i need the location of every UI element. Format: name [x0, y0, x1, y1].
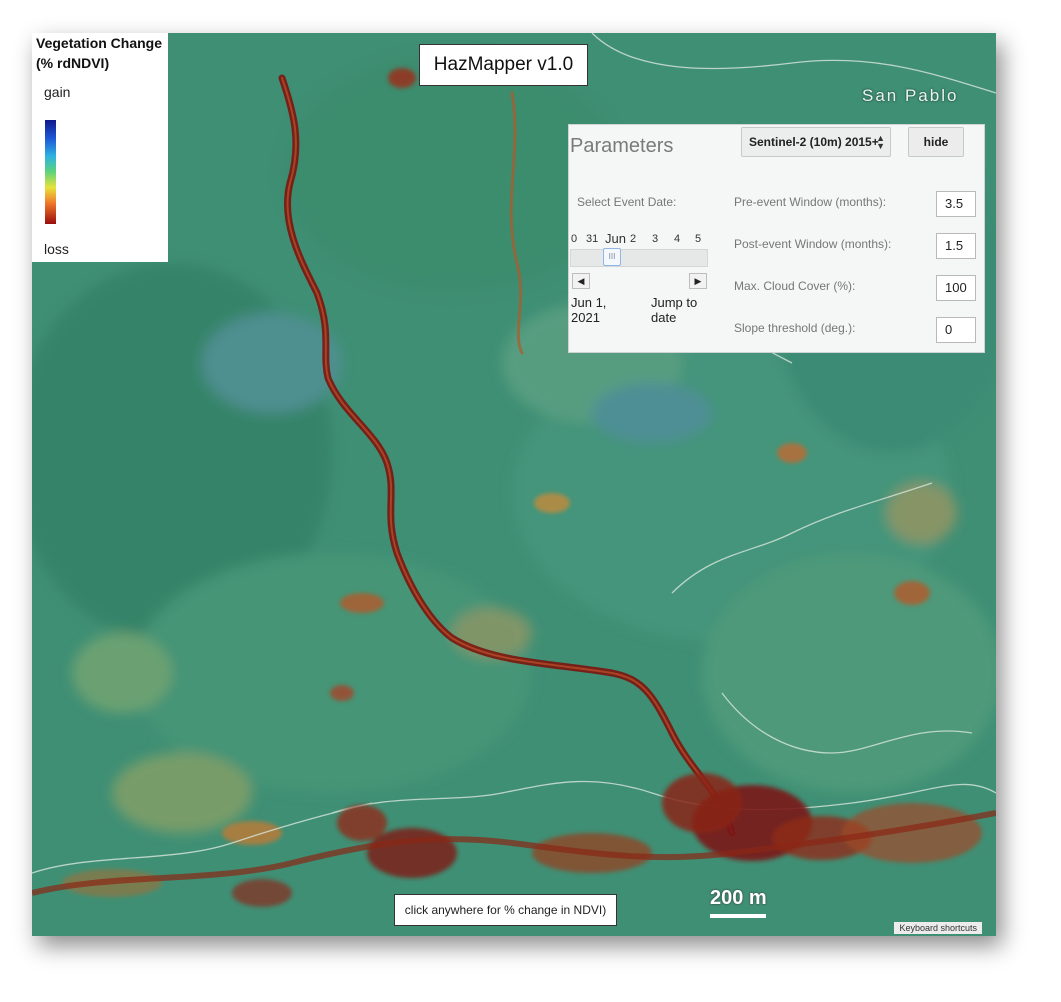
hide-button[interactable]: hide — [908, 127, 964, 157]
map-canvas[interactable]: Vegetation Change (% rdNDVI) gain loss H… — [32, 33, 996, 936]
date-slider-track[interactable] — [570, 249, 708, 267]
parameters-title: Parameters — [570, 135, 674, 157]
sensor-select[interactable]: Sentinel-2 (10m) 2015+ ▲ ▼ — [741, 127, 891, 157]
date-tick: 5 — [695, 233, 702, 245]
pre-event-window-label: Pre-event Window (months): — [734, 195, 887, 209]
jump-line1: Jump to — [651, 295, 698, 310]
date-slider-thumb[interactable]: III — [603, 248, 621, 266]
date-slider-ticks: 0 31 Jun 2 3 4 5 — [571, 231, 709, 247]
sensor-select-value: Sentinel-2 (10m) 2015+ — [749, 135, 879, 149]
selected-event-date: Jun 1, 2021 — [571, 295, 631, 325]
legend-title-line2: (% rdNDVI) — [36, 55, 110, 71]
scale-bar-line — [710, 914, 766, 918]
date-tick: 31 — [586, 233, 599, 245]
max-cloud-cover-label: Max. Cloud Cover (%): — [734, 279, 856, 293]
legend-color-ramp — [45, 120, 56, 224]
date-next-icon[interactable]: ▶ — [689, 273, 707, 289]
post-event-window-input[interactable]: 1.5 — [936, 233, 976, 259]
slope-threshold-label: Slope threshold (deg.): — [734, 321, 856, 335]
app-title: HazMapper v1.0 — [419, 44, 588, 86]
post-event-window-label: Post-event Window (months): — [734, 237, 892, 251]
legend-gain-label: gain — [44, 84, 71, 100]
pre-event-window-input[interactable]: 3.5 — [936, 191, 976, 217]
date-tick: 2 — [630, 233, 637, 245]
date-tick: 0 — [571, 233, 578, 245]
map-place-label: San Pablo — [862, 86, 959, 105]
jump-to-date-link[interactable]: Jump to date — [651, 295, 711, 325]
legend-title-line1: Vegetation Change — [36, 35, 163, 51]
date-tick: 3 — [652, 233, 659, 245]
selected-date-line2: 2021 — [571, 310, 600, 325]
parameters-panel: Parameters Sentinel-2 (10m) 2015+ ▲ ▼ hid… — [568, 124, 985, 353]
legend-loss-label: loss — [44, 241, 69, 257]
date-tick: Jun — [605, 231, 626, 246]
keyboard-shortcuts-link[interactable]: Keyboard shortcuts — [894, 922, 982, 934]
legend-panel: Vegetation Change (% rdNDVI) gain loss — [32, 33, 168, 262]
scale-bar: 200 m — [710, 887, 770, 918]
slope-threshold-input[interactable]: 0 — [936, 317, 976, 343]
click-hint-box: click anywhere for % change in NDVI) — [394, 894, 617, 926]
event-date-slider[interactable]: 0 31 Jun 2 3 4 5 III ◀ ▶ Jun 1, 2021 Jum… — [569, 231, 709, 327]
date-prev-icon[interactable]: ◀ — [572, 273, 590, 289]
date-tick: 4 — [674, 233, 681, 245]
scale-label: 200 m — [710, 887, 767, 909]
jump-line2: date — [651, 310, 677, 325]
select-updown-icon: ▲ ▼ — [876, 133, 885, 151]
legend-title: Vegetation Change (% rdNDVI) — [36, 33, 168, 73]
max-cloud-cover-input[interactable]: 100 — [936, 275, 976, 301]
select-event-date-label: Select Event Date: — [577, 195, 677, 209]
selected-date-line1: Jun 1, — [571, 295, 607, 310]
